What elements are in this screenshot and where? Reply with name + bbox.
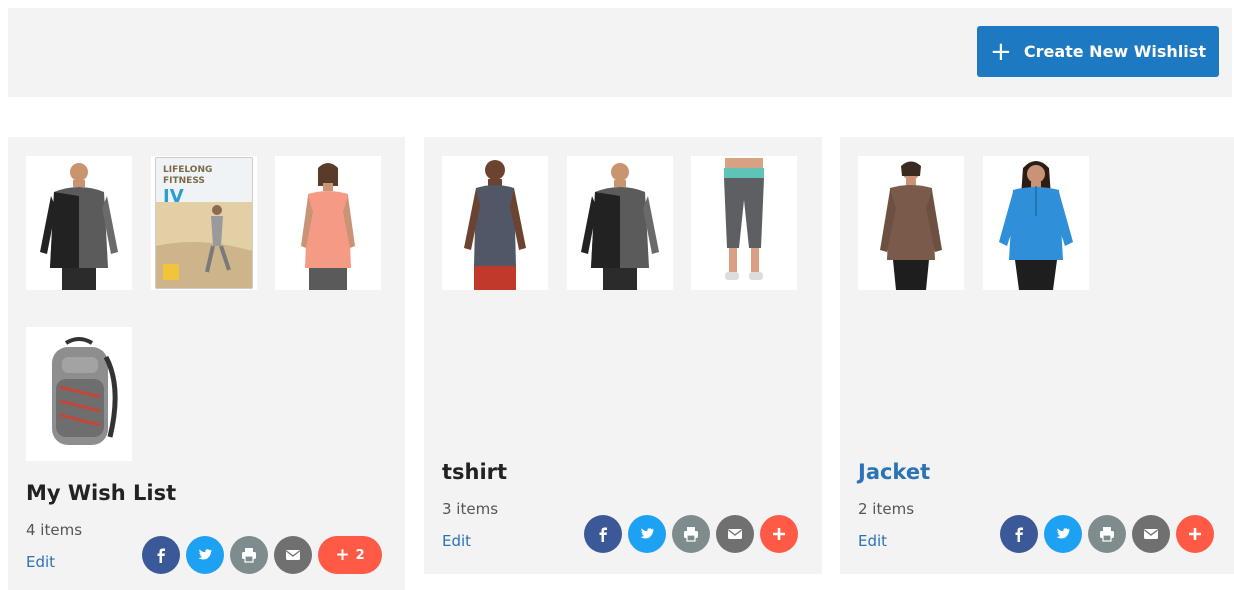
wishlist-card: tshirt 3 items Edit xyxy=(424,137,822,574)
wishlist-edit-link[interactable]: Edit xyxy=(858,532,887,550)
svg-text:LIFELONG: LIFELONG xyxy=(163,165,212,175)
wishlist-card: Jacket 2 items Edit xyxy=(840,137,1234,574)
twitter-icon xyxy=(198,549,212,560)
add-share-icon xyxy=(773,528,785,540)
product-thumbnail-capris[interactable] xyxy=(691,156,797,290)
product-thumbnail-backpack[interactable] xyxy=(26,327,132,461)
print-icon xyxy=(242,548,256,563)
more-share-button[interactable]: + 2 xyxy=(318,536,382,574)
twitter-share-button[interactable] xyxy=(1044,515,1082,553)
facebook-share-button[interactable] xyxy=(1000,515,1038,553)
facebook-icon xyxy=(1015,527,1023,542)
share-buttons xyxy=(1000,515,1220,553)
email-share-button[interactable] xyxy=(1132,515,1170,553)
add-share-icon xyxy=(1189,528,1201,540)
wishlist-item-count: 4 items xyxy=(26,521,83,539)
create-new-wishlist-button[interactable]: + Create New Wishlist xyxy=(977,26,1219,77)
twitter-share-button[interactable] xyxy=(628,515,666,553)
share-buttons xyxy=(584,515,804,553)
wishlist-edit-link[interactable]: Edit xyxy=(442,532,471,550)
twitter-icon xyxy=(1056,528,1070,539)
print-share-button[interactable] xyxy=(230,536,268,574)
wishlist-item-count: 2 items xyxy=(858,500,915,518)
print-icon xyxy=(1100,527,1114,542)
wishlist-item-count: 3 items xyxy=(442,500,499,518)
facebook-icon xyxy=(157,548,165,563)
more-share-count: 2 xyxy=(355,547,365,563)
facebook-share-button[interactable] xyxy=(142,536,180,574)
create-new-wishlist-label: Create New Wishlist xyxy=(1023,42,1206,61)
print-icon xyxy=(684,527,698,542)
email-share-button[interactable] xyxy=(274,536,312,574)
wishlist-title[interactable]: Jacket xyxy=(858,460,930,484)
product-thumbnail-hoodie[interactable] xyxy=(26,156,132,290)
wishlist-edit-link[interactable]: Edit xyxy=(26,553,55,571)
wishlist-title[interactable]: My Wish List xyxy=(26,481,176,505)
product-thumbnail-coral-tee[interactable] xyxy=(275,156,381,290)
wishlist-title[interactable]: tshirt xyxy=(442,460,507,484)
plus-icon: + xyxy=(990,36,1012,67)
email-share-button[interactable] xyxy=(716,515,754,553)
product-thumbnail-blue-pullover[interactable] xyxy=(983,156,1089,290)
email-icon xyxy=(1144,529,1158,539)
share-buttons: + 2 xyxy=(142,536,382,574)
facebook-icon xyxy=(599,527,607,542)
print-share-button[interactable] xyxy=(672,515,710,553)
more-share-button[interactable] xyxy=(1176,515,1214,553)
more-share-button[interactable] xyxy=(760,515,798,553)
email-icon xyxy=(728,529,742,539)
print-share-button[interactable] xyxy=(1088,515,1126,553)
product-thumbnail-brown-jacket[interactable] xyxy=(858,156,964,290)
product-thumbnail-hoodie[interactable] xyxy=(567,156,673,290)
facebook-share-button[interactable] xyxy=(584,515,622,553)
add-share-icon: + xyxy=(335,545,350,565)
wishlist-toolbar: + Create New Wishlist xyxy=(8,8,1232,97)
product-thumbnail-dvd[interactable]: LIFELONG FITNESS IV xyxy=(151,156,257,290)
wishlist-card: LIFELONG FITNESS IV My Wish List 4 items… xyxy=(8,137,405,590)
product-thumbnail-tank[interactable] xyxy=(442,156,548,290)
twitter-share-button[interactable] xyxy=(186,536,224,574)
twitter-icon xyxy=(640,528,654,539)
email-icon xyxy=(286,550,300,560)
svg-text:IV: IV xyxy=(163,186,184,207)
svg-text:FITNESS: FITNESS xyxy=(163,176,205,186)
